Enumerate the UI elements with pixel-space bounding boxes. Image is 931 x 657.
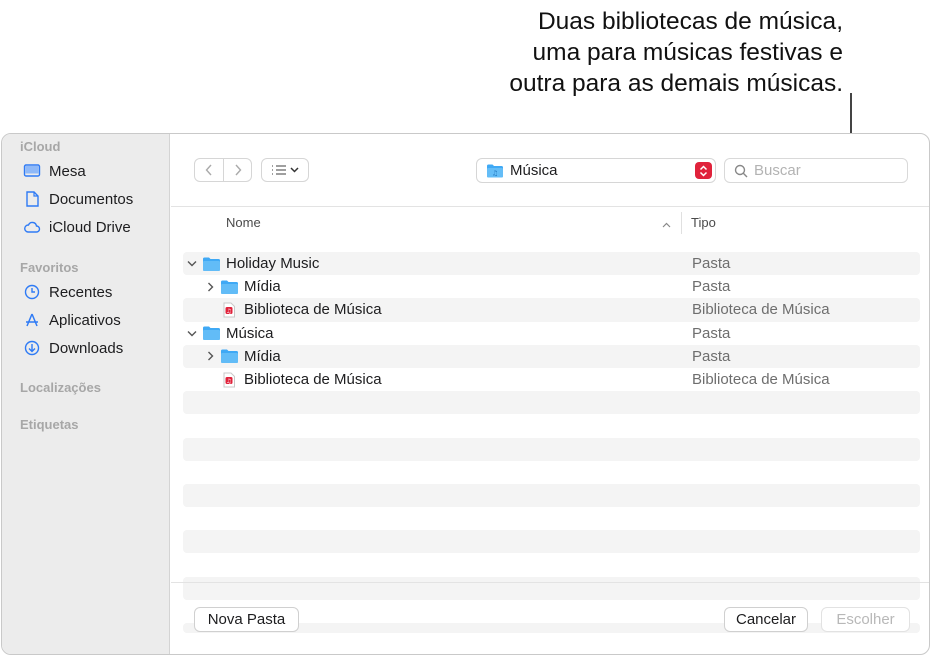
download-icon — [22, 339, 42, 357]
callout-annotation: Duas bibliotecas de música, uma para mús… — [373, 6, 843, 99]
sidebar-section-localizacoes[interactable]: Localizações — [20, 380, 101, 395]
empty-row — [183, 483, 920, 508]
location-popup[interactable]: ♫ Música — [476, 158, 716, 183]
callout-line-2: uma para músicas festivas e — [532, 39, 843, 66]
empty-row — [183, 530, 920, 554]
sort-ascending-icon — [662, 219, 671, 231]
chevron-right-icon — [234, 164, 241, 176]
list-item-biblioteca-de-musica[interactable]: ♫ Biblioteca de Música Biblioteca de Mús… — [183, 298, 920, 322]
item-name: Holiday Music — [226, 255, 320, 273]
item-kind: Pasta — [692, 324, 731, 342]
sidebar-section-icloud: iCloud — [20, 139, 61, 154]
sidebar-item-mesa[interactable]: Mesa — [22, 160, 86, 182]
sidebar-item-icloud-drive[interactable]: iCloud Drive — [22, 216, 131, 238]
forward-button[interactable] — [223, 159, 251, 181]
callout-line-3: outra para as demais músicas. — [509, 70, 843, 97]
item-kind: Pasta — [692, 347, 731, 365]
chevron-left-icon — [205, 164, 212, 176]
sidebar-item-label: Documentos — [49, 190, 134, 208]
folder-icon: ♫ — [486, 163, 504, 178]
item-kind: Pasta — [692, 255, 731, 273]
empty-row — [183, 391, 920, 415]
item-name: Biblioteca de Música — [244, 301, 382, 319]
svg-text:♫: ♫ — [226, 378, 231, 385]
item-name: Mídia — [244, 347, 281, 365]
cloud-icon — [22, 218, 42, 236]
choose-button[interactable]: Escolher — [821, 607, 910, 632]
music-library-icon: ♫ — [219, 371, 239, 389]
item-name: Mídia — [244, 278, 281, 296]
folder-icon — [219, 278, 239, 296]
view-options-button[interactable] — [261, 158, 309, 182]
column-header-name[interactable]: Nome — [226, 215, 261, 230]
empty-row — [183, 576, 920, 600]
column-header-kind[interactable]: Tipo — [691, 215, 716, 230]
popup-arrows-icon — [695, 162, 712, 179]
desktop-icon — [22, 162, 42, 180]
document-icon — [22, 190, 42, 208]
folder-icon — [201, 255, 221, 273]
file-list: Holiday Music Pasta Mídia Pasta ♫ Biblio — [183, 252, 920, 633]
chevron-right-icon[interactable] — [204, 281, 216, 293]
column-divider — [681, 212, 682, 234]
new-folder-button[interactable]: Nova Pasta — [194, 607, 299, 632]
open-dialog-window: iCloud Mesa Documentos iCloud Drive Favo… — [1, 133, 930, 655]
sidebar-item-label: Downloads — [49, 339, 124, 357]
svg-text:♫: ♫ — [492, 170, 498, 178]
sidebar-item-label: Mesa — [49, 162, 86, 180]
empty-row — [183, 437, 920, 461]
item-name: Biblioteca de Música — [244, 371, 382, 389]
footer-divider — [171, 582, 929, 583]
sidebar-section-etiquetas[interactable]: Etiquetas — [20, 417, 79, 432]
item-kind: Biblioteca de Música — [692, 301, 830, 319]
list-item-midia[interactable]: Mídia Pasta — [183, 344, 920, 368]
apps-icon — [22, 311, 42, 329]
empty-row — [183, 553, 920, 576]
sidebar-item-label: iCloud Drive — [49, 218, 131, 236]
empty-row — [183, 507, 920, 530]
svg-text:♫: ♫ — [226, 308, 231, 315]
sidebar-item-recentes[interactable]: Recentes — [22, 281, 112, 303]
chevron-down-icon — [290, 167, 299, 173]
search-icon — [734, 164, 748, 177]
clock-icon — [22, 283, 42, 301]
sidebar: iCloud Mesa Documentos iCloud Drive Favo… — [2, 134, 170, 654]
sidebar-item-downloads[interactable]: Downloads — [22, 337, 123, 359]
toolbar-divider — [171, 206, 929, 207]
list-view-icon — [272, 165, 286, 175]
music-library-icon: ♫ — [219, 301, 239, 319]
callout-line-1: Duas bibliotecas de música, — [537, 8, 843, 35]
empty-row — [183, 461, 920, 484]
navigation-buttons — [194, 158, 252, 182]
sidebar-item-documentos[interactable]: Documentos — [22, 188, 133, 210]
sidebar-item-aplicativos[interactable]: Aplicativos — [22, 309, 121, 331]
list-item-holiday-music[interactable]: Holiday Music Pasta — [183, 252, 920, 276]
folder-icon — [201, 324, 221, 342]
cancel-button[interactable]: Cancelar — [724, 607, 808, 632]
chevron-down-icon[interactable] — [186, 327, 198, 339]
location-label: Música — [510, 162, 558, 179]
list-item-midia[interactable]: Mídia Pasta — [183, 275, 920, 298]
chevron-right-icon[interactable] — [204, 350, 216, 362]
chevron-down-icon[interactable] — [186, 258, 198, 270]
item-kind: Biblioteca de Música — [692, 371, 830, 389]
list-item-musica[interactable]: Música Pasta — [183, 322, 920, 345]
list-item-biblioteca-de-musica[interactable]: ♫ Biblioteca de Música Biblioteca de Mús… — [183, 368, 920, 391]
back-button[interactable] — [195, 159, 223, 181]
item-name: Música — [226, 324, 274, 342]
folder-icon — [219, 347, 239, 365]
sidebar-section-favoritos: Favoritos — [20, 260, 79, 275]
item-kind: Pasta — [692, 278, 731, 296]
search-input[interactable] — [754, 162, 894, 179]
sidebar-item-label: Aplicativos — [49, 311, 121, 329]
empty-row — [183, 414, 920, 437]
sidebar-item-label: Recentes — [49, 283, 113, 301]
main-pane: ♫ Música Nome Tipo — [171, 134, 929, 654]
search-field[interactable] — [724, 158, 908, 183]
